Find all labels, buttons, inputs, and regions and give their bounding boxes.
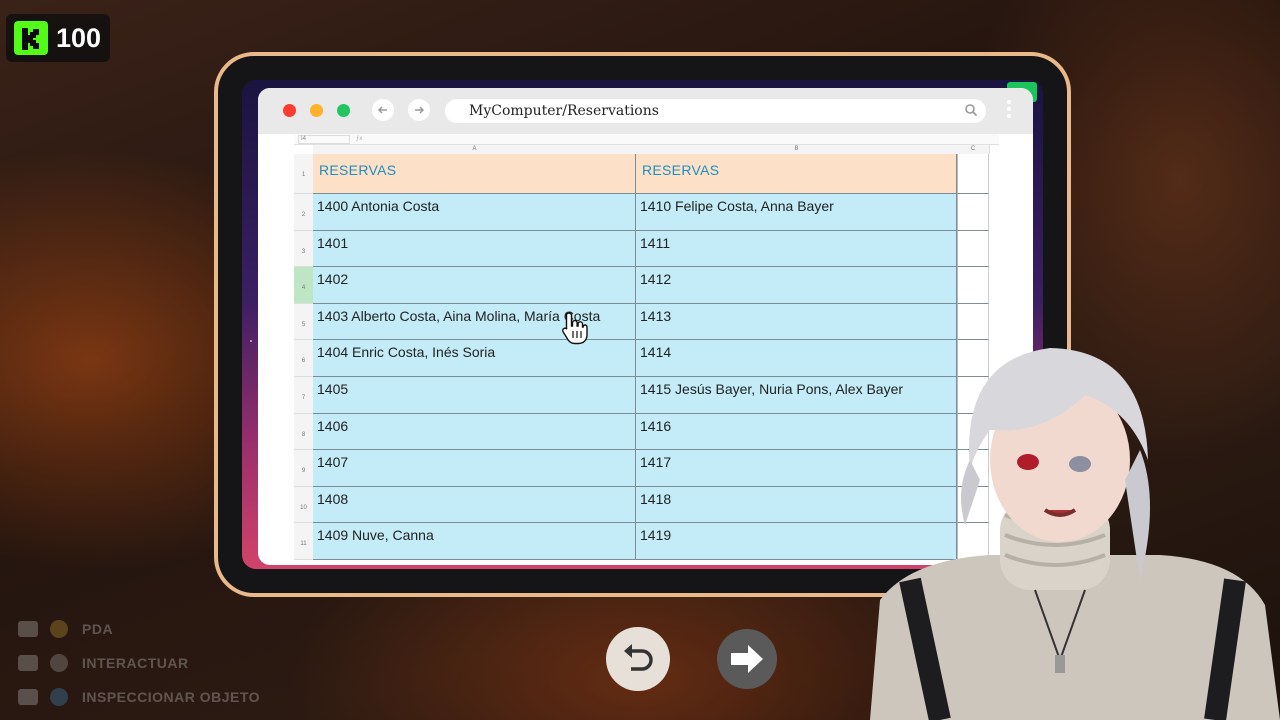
table-cell-a[interactable]: 1405	[313, 377, 636, 414]
row-number[interactable]: 2	[294, 194, 313, 231]
search-icon[interactable]	[964, 103, 978, 122]
hint-interact: INTERACTUAR	[18, 646, 260, 680]
right-arrow-icon	[731, 645, 763, 673]
next-button[interactable]	[717, 629, 777, 689]
key-icon	[18, 621, 38, 637]
undo-button[interactable]	[606, 627, 670, 691]
back-arrow-icon[interactable]	[372, 99, 394, 121]
maximize-window-button[interactable]	[337, 104, 350, 117]
close-window-button[interactable]	[283, 104, 296, 117]
browser-toolbar: MyComputer/Reservations	[258, 88, 1033, 134]
more-vert-icon[interactable]	[1007, 100, 1011, 118]
points-value: 100	[56, 22, 102, 53]
row-number[interactable]: 6	[294, 340, 313, 377]
address-bar[interactable]: MyComputer/Reservations	[445, 99, 986, 123]
hand-cursor-icon	[560, 311, 588, 350]
table-cell-b[interactable]: 1413	[636, 303, 957, 341]
hint-inspect: INSPECCIONAR OBJETO	[18, 680, 260, 714]
cell-c[interactable]	[957, 303, 989, 341]
cell-c[interactable]	[957, 154, 989, 194]
row-number[interactable]: 5	[294, 303, 313, 341]
table-cell-b[interactable]: 1410 Felipe Costa, Anna Bayer	[636, 194, 957, 231]
cell-c[interactable]	[957, 267, 989, 304]
cell-c[interactable]	[957, 194, 989, 231]
key-icon	[18, 655, 38, 671]
hint-label: INTERACTUAR	[82, 655, 189, 671]
cell-c[interactable]	[957, 230, 989, 268]
column-header-b[interactable]: B	[636, 145, 958, 154]
inspect-icon	[50, 688, 68, 706]
hint-label: INSPECCIONAR OBJETO	[82, 689, 261, 705]
streamer-avatar	[870, 348, 1280, 720]
pda-icon	[50, 620, 68, 638]
row-number[interactable]: 3	[294, 230, 313, 268]
url-text: MyComputer/Reservations	[469, 103, 659, 119]
row-number[interactable]: 1	[294, 154, 313, 194]
hint-pda: PDA	[18, 612, 260, 646]
header-cell-b[interactable]: RESERVAS	[636, 154, 957, 194]
table-cell-a[interactable]: 1402	[313, 267, 636, 304]
minimize-window-button[interactable]	[310, 104, 323, 117]
row-number[interactable]: 4	[294, 267, 313, 304]
row-number[interactable]: 7	[294, 377, 313, 414]
row-number[interactable]: 9	[294, 450, 313, 487]
forward-arrow-icon[interactable]	[408, 99, 430, 121]
key-hints: PDA INTERACTUAR INSPECCIONAR OBJETO	[18, 612, 260, 714]
table-cell-a[interactable]: 1406	[313, 413, 636, 451]
function-icon: ƒx	[356, 136, 363, 142]
table-cell-a[interactable]: 1400 Antonia Costa	[313, 194, 636, 231]
points-counter: 100	[6, 14, 110, 62]
table-cell-b[interactable]: 1412	[636, 267, 957, 304]
column-header-a[interactable]: A	[313, 145, 637, 154]
undo-arrow-icon	[624, 644, 653, 671]
row-number[interactable]: 8	[294, 413, 313, 451]
table-cell-b[interactable]: 1411	[636, 230, 957, 268]
row-number[interactable]: 10	[294, 486, 313, 524]
column-header-c[interactable]: C	[957, 145, 990, 154]
formula-bar: I4 ƒx	[294, 134, 999, 145]
header-cell-a[interactable]: RESERVAS	[313, 154, 636, 194]
key-icon	[18, 689, 38, 705]
table-cell-a[interactable]: 1409 Nuve, Canna	[313, 523, 636, 560]
cell-reference[interactable]: I4	[298, 134, 350, 144]
table-cell-a[interactable]: 1401	[313, 230, 636, 268]
mouse-icon	[50, 654, 68, 672]
table-cell-a[interactable]: 1407	[313, 450, 636, 487]
hint-label: PDA	[82, 621, 114, 637]
table-cell-a[interactable]: 1408	[313, 486, 636, 524]
row-number[interactable]: 11	[294, 523, 313, 560]
kick-logo-icon	[14, 21, 48, 55]
